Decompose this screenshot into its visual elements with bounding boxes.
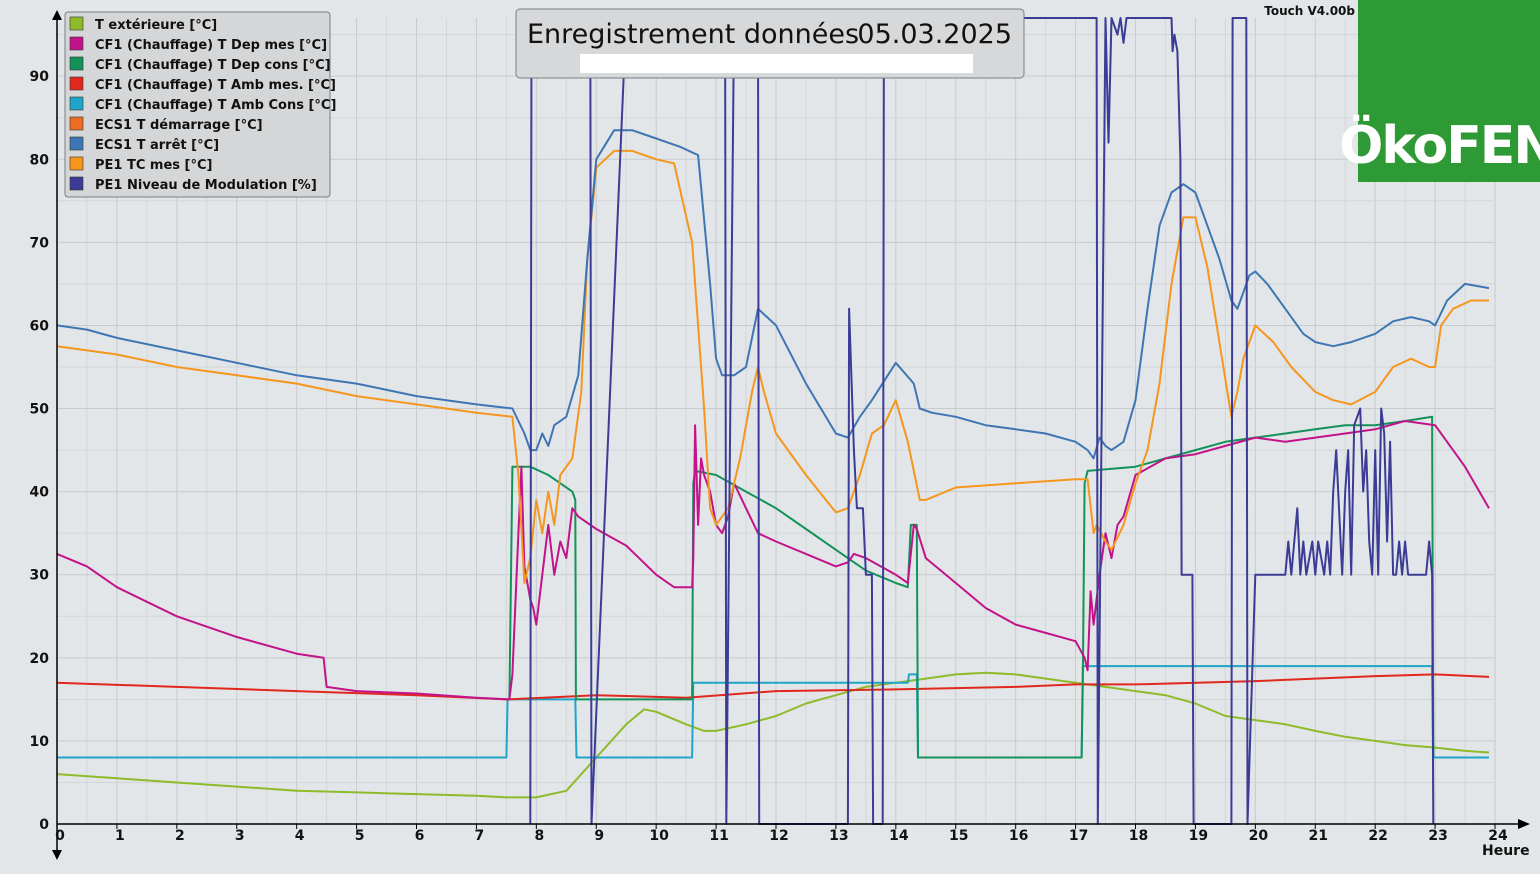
chart-frame: 0 1 2 3 4 5 6 7 8 9 10 11 12 13 14 15 16 17 18 19 20 21 22 23 24… [0, 0, 1540, 870]
x-axis-label: Heure [1482, 843, 1530, 859]
y-tick-label: 30 [30, 568, 50, 584]
x-tick-label: 13 [829, 828, 848, 844]
chart-title-text: Enregistrement données [527, 19, 859, 50]
y-tick-label: 50 [30, 402, 50, 418]
y-tick-label: 80 [30, 152, 50, 168]
chart-title-date: 05.03.2025 [857, 19, 1012, 50]
x-tick-label: 7 [475, 828, 485, 844]
legend-label: ECS1 T arrêt [°C] [95, 138, 219, 153]
legend-swatch [69, 116, 84, 131]
legend-label: CF1 (Chauffage) T Dep cons [°C] [95, 58, 331, 73]
legend-swatch [69, 136, 84, 151]
okofen-logo: ÖkoFEN [1339, 0, 1540, 182]
x-tick-label: 21 [1309, 828, 1328, 844]
legend-swatch [69, 76, 84, 91]
x-tick-label: 23 [1428, 828, 1447, 844]
title-progress-bar [580, 54, 973, 73]
x-tick-label: 24 [1488, 828, 1508, 844]
legend-swatch [69, 16, 84, 31]
x-tick-label: 17 [1069, 828, 1088, 844]
legend-label: CF1 (Chauffage) T Amb mes. [°C] [95, 78, 336, 93]
legend-swatch [69, 96, 84, 111]
legend-label: CF1 (Chauffage) T Dep mes [°C] [95, 38, 327, 53]
x-tick-label: 2 [175, 828, 185, 844]
x-tick-label: 19 [1189, 828, 1208, 844]
legend-swatch [69, 156, 84, 171]
y-tick-label: 20 [30, 651, 50, 667]
y-tick-label: 70 [30, 235, 50, 251]
x-tick-label: 22 [1368, 828, 1387, 844]
x-tick-label: 4 [295, 828, 305, 844]
x-tick-label: 5 [355, 828, 365, 844]
x-tick-label: 12 [769, 828, 788, 844]
legend-label: ECS1 T démarrage [°C] [95, 118, 263, 133]
y-tick-label: 90 [30, 69, 50, 85]
y-tick-label: 40 [30, 485, 50, 501]
x-tick-label: 20 [1249, 828, 1269, 844]
x-tick-label: 0 [55, 828, 65, 844]
y-tick-label: 10 [30, 734, 50, 750]
y-tick-label: 60 [30, 318, 50, 334]
x-tick-label: 10 [649, 828, 669, 844]
x-tick-label: 6 [415, 828, 425, 844]
legend-swatch [69, 176, 84, 191]
legend: T extérieure [°C] CF1 (Chauffage) T Dep m… [64, 11, 336, 198]
title-box: Enregistrement données 05.03.2025 [515, 8, 1025, 79]
y-tick-label: 0 [39, 817, 49, 833]
legend-label: PE1 Niveau de Modulation [%] [95, 178, 317, 193]
x-tick-label: 9 [594, 828, 604, 844]
legend-label: CF1 (Chauffage) T Amb Cons [°C] [95, 98, 336, 113]
x-tick-label: 3 [235, 828, 245, 844]
legend-swatch [69, 56, 84, 71]
x-tick-label: 1 [115, 828, 125, 844]
logo-text: ÖkoFEN [1339, 114, 1540, 176]
x-tick-label: 15 [949, 828, 968, 844]
legend-label: PE1 TC mes [°C] [95, 158, 212, 173]
legend-swatch [69, 36, 84, 51]
x-tick-label: 18 [1129, 828, 1148, 844]
x-tick-label: 11 [709, 828, 728, 844]
legend-label: T extérieure [°C] [95, 18, 217, 33]
x-tick-label: 16 [1009, 828, 1028, 844]
x-tick-label: 8 [534, 828, 544, 844]
x-tick-label: 14 [889, 828, 909, 844]
version-label: Touch V4.00b [1264, 4, 1355, 18]
chart-svg: 0 1 2 3 4 5 6 7 8 9 10 11 12 13 14 15 16 17 18 19 20 21 22 23 24… [0, 0, 1540, 870]
